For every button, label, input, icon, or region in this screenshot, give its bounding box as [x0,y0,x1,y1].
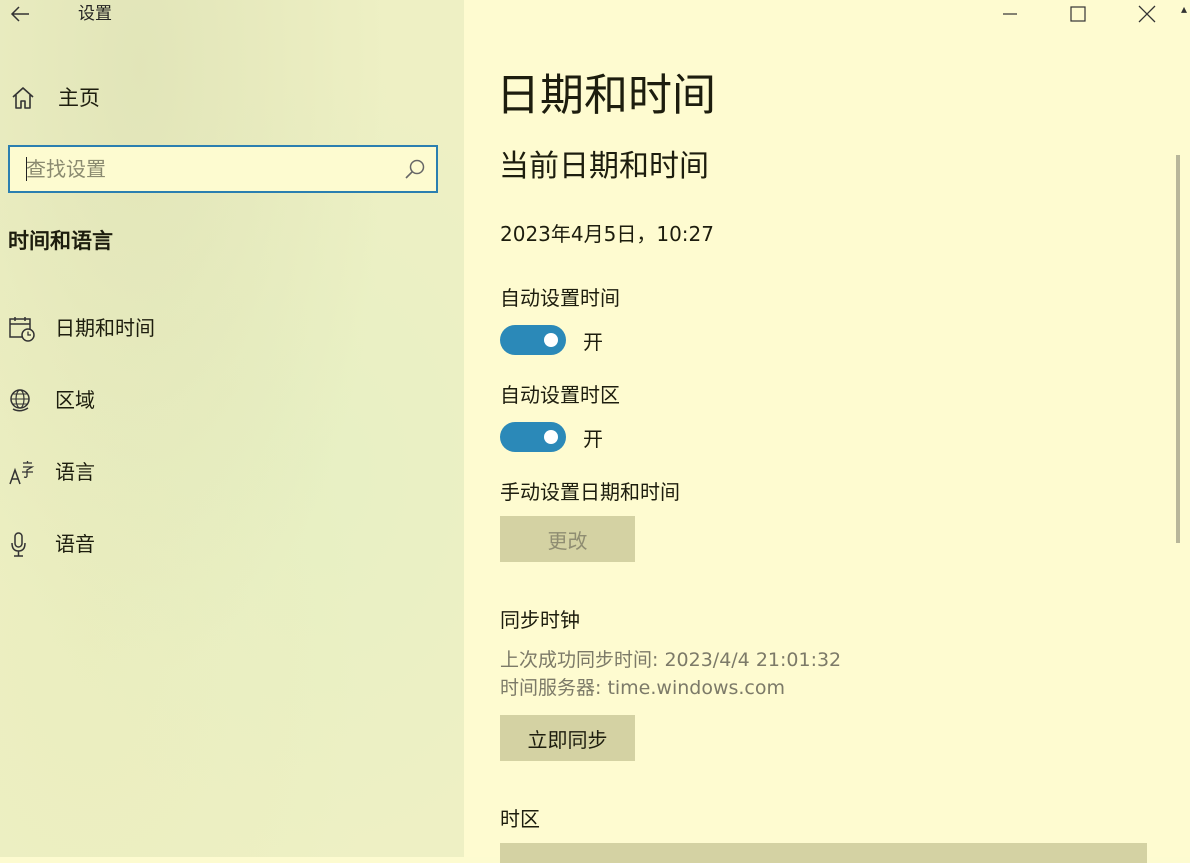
search-input[interactable] [10,147,406,191]
text-caret [26,157,27,181]
auto-timezone-state: 开 [583,427,603,451]
auto-timezone-label: 自动设置时区 [500,383,620,407]
timezone-label: 时区 [500,807,540,831]
language-icon [9,461,35,485]
close-button[interactable] [1124,0,1170,28]
sidebar-item-language[interactable]: 语言 [0,448,464,496]
page-title: 日期和时间 [496,70,716,121]
sidebar-item-label: 日期和时间 [55,316,155,340]
globe-icon [10,389,30,412]
app-title: 设置 [78,4,112,24]
manual-datetime-label: 手动设置日期和时间 [500,480,680,504]
search-icon[interactable] [404,158,426,180]
back-arrow-icon [10,6,29,22]
auto-timezone-toggle[interactable] [500,422,566,452]
sidebar-item-date-time[interactable]: 日期和时间 [0,304,464,352]
current-datetime-value: 2023年4月5日，10:27 [500,222,714,246]
timezone-dropdown[interactable] [500,843,1147,863]
current-datetime-heading: 当前日期和时间 [499,149,709,184]
toggle-knob [544,333,558,347]
back-button[interactable] [0,0,40,28]
maximize-icon [1070,6,1086,22]
scrollbar-thumb[interactable] [1176,155,1180,543]
section-title: 时间和语言 [8,229,113,253]
sync-clock-title: 同步时钟 [500,608,580,632]
sidebar-item-label: 语言 [55,460,95,484]
sidebar-home[interactable]: 主页 [0,78,464,120]
toggle-knob [544,430,558,444]
home-icon [12,87,34,109]
calendar-clock-icon [9,317,35,342]
auto-time-label: 自动设置时间 [500,286,620,310]
change-button[interactable]: 更改 [500,516,635,562]
sidebar-item-label: 区域 [55,388,95,412]
sidebar-item-speech[interactable]: 语音 [0,520,464,568]
sync-now-button[interactable]: 立即同步 [500,715,635,761]
microphone-icon [11,532,26,557]
auto-time-state: 开 [583,330,603,354]
sidebar-item-label: 语音 [55,532,95,556]
maximize-button[interactable] [1055,0,1101,28]
search-box[interactable] [8,145,438,193]
sidebar [0,0,464,857]
minimize-icon [1003,13,1017,15]
minimize-button[interactable] [987,0,1033,28]
scroll-up-arrow-icon[interactable]: ▴ [1181,2,1187,16]
sidebar-item-region[interactable]: 区域 [0,376,464,424]
close-icon [1138,5,1156,23]
time-server-text: 时间服务器: time.windows.com [500,677,786,699]
last-sync-text: 上次成功同步时间: 2023/4/4 21:01:32 [500,649,842,671]
auto-time-toggle[interactable] [500,325,566,355]
home-label: 主页 [58,86,100,110]
